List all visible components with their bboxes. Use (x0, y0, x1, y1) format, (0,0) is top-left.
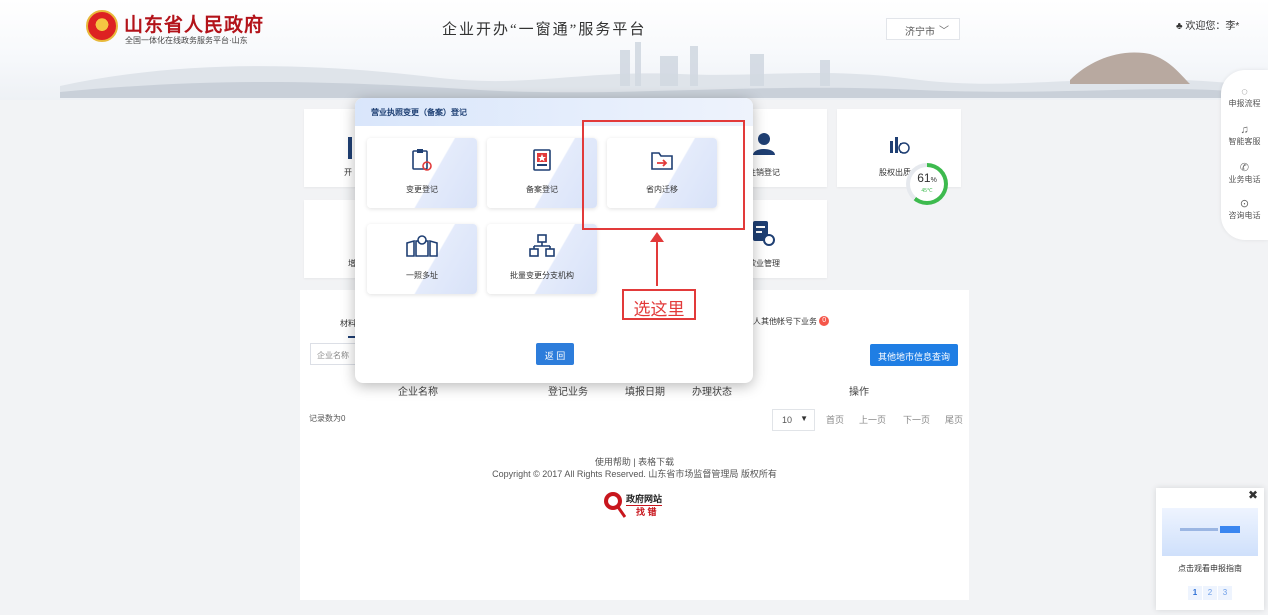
page-size-value: 10 (782, 415, 793, 425)
gauge-value: 61 (917, 171, 931, 185)
tab-other-account-label: 人其他帐号下业务 (753, 317, 817, 326)
option-change-registration[interactable]: 变更登记 (367, 138, 477, 208)
column-filing-date: 填报日期 (625, 387, 665, 398)
site-header: 山东省人民政府 全国一体化在线政务服务平台·山东 企业开办“一窗通”服务平台 济… (0, 0, 1268, 100)
user-icon (753, 133, 775, 155)
gauge-temperature: 45℃ (921, 188, 933, 194)
guide-page-2[interactable]: 2 (1203, 586, 1217, 600)
annotation-select-here: 选这里 (622, 289, 696, 320)
dock-item-label: 智能客服 (1228, 137, 1261, 146)
tab-materials[interactable]: 材料 (340, 318, 356, 329)
footer-copyright: Copyright © 2017 All Rights Reserved. 山东… (492, 469, 777, 479)
option-batch-change-branches[interactable]: 批量变更分支机构 (487, 224, 597, 294)
city-select-value: 济宁市 (905, 27, 935, 38)
other-city-query-button[interactable]: 其他地市信息查询 (870, 344, 958, 366)
find-error-title: 政府网站 (626, 494, 663, 506)
thumb-line (1180, 528, 1218, 531)
dock-item-business-phone[interactable]: ✆ 业务电话 (1221, 162, 1268, 185)
column-company-name: 企业名称 (398, 387, 438, 398)
org-chart-icon (529, 234, 555, 257)
guide-page-3[interactable]: 3 (1218, 586, 1232, 600)
modal-title: 营业执照变更（备案）登记 (371, 108, 467, 117)
column-registration-business: 登记业务 (548, 387, 588, 398)
page-size-select[interactable]: 10 ▼ (772, 409, 815, 431)
dock-item-consult-phone[interactable]: ⊙ 咨询电话 (1221, 198, 1268, 221)
guide-page-1[interactable]: 1 (1188, 586, 1202, 600)
option-filing-registration[interactable]: 备案登记 (487, 138, 597, 208)
performance-gauge: 61% 45℃ (906, 163, 948, 205)
star-document-icon (533, 149, 551, 171)
option-label: 批量变更分支机构 (510, 271, 574, 280)
guide-video-thumbnail[interactable] (1162, 508, 1258, 556)
record-count: 记录数为0 (309, 414, 346, 423)
chevron-down-icon: ﹀ (939, 26, 949, 37)
dock-item-smart-service[interactable]: ♫ 智能客服 (1221, 124, 1268, 147)
gauge-unit: % (930, 177, 937, 184)
welcome-user[interactable]: ♣ 欢迎您：李* (1176, 17, 1239, 32)
column-status: 办理状态 (692, 387, 732, 398)
gov-title: 山东省人民政府 (124, 15, 265, 36)
gov-site-find-error-badge[interactable]: 政府网站 找 错 (602, 488, 670, 520)
close-icon[interactable]: ✖ (1248, 488, 1258, 502)
tab-other-account[interactable]: 人其他帐号下业务 0 (753, 316, 830, 327)
clipboard-refresh-icon (412, 149, 432, 171)
guide-video-popup[interactable]: ✖ 点击观看申报指南 1 2 3 (1156, 488, 1264, 610)
phone-icon: ✆ (1239, 162, 1250, 174)
magnifier-icon (604, 492, 626, 518)
chat-icon: ⊙ (1239, 198, 1250, 210)
dock-item-label: 申报流程 (1228, 99, 1261, 108)
option-one-license-multi-address[interactable]: 一照多址 (367, 224, 477, 294)
column-actions: 操作 (849, 387, 869, 398)
city-select[interactable]: 济宁市 ﹀ (886, 18, 960, 40)
dock-item-label: 业务电话 (1228, 175, 1261, 184)
headset-icon: ♫ (1240, 124, 1249, 136)
find-error-subtitle: 找 错 (636, 507, 657, 517)
return-button[interactable]: 返 回 (536, 343, 574, 365)
guide-caption: 点击观看申报指南 (1178, 564, 1242, 573)
map-location-icon (406, 235, 438, 257)
side-dock: ◌ 申报流程 ♫ 智能客服 ✆ 业务电话 ⊙ 咨询电话 (1221, 70, 1268, 240)
option-label: 变更登记 (406, 185, 438, 194)
gov-subtitle: 全国一体化在线政务服务平台·山东 (125, 36, 248, 45)
pager-first[interactable]: 首页 (826, 413, 844, 426)
dock-item-flow[interactable]: ◌ 申报流程 (1221, 86, 1268, 109)
document-gear-icon (753, 221, 775, 246)
thumb-button (1220, 526, 1240, 533)
national-emblem-logo (86, 10, 118, 42)
card-icon-fragment (348, 137, 352, 159)
pager-last[interactable]: 尾页 (945, 413, 963, 426)
flow-icon: ◌ (1241, 86, 1248, 98)
pager-prev[interactable]: 上一页 (859, 413, 886, 426)
city-skyline-banner (60, 42, 1240, 98)
platform-title: 企业开办“一窗通”服务平台 (442, 22, 647, 38)
pager-next[interactable]: 下一页 (903, 413, 930, 426)
tab-badge: 0 (819, 316, 830, 326)
option-label: 一照多址 (406, 271, 438, 280)
dock-item-label: 咨询电话 (1228, 211, 1261, 220)
option-label: 备案登记 (526, 185, 558, 194)
chevron-down-icon: ▼ (800, 414, 808, 423)
arrow-shaft (656, 240, 658, 286)
chart-seal-icon (890, 137, 910, 154)
highlight-box (582, 120, 745, 230)
